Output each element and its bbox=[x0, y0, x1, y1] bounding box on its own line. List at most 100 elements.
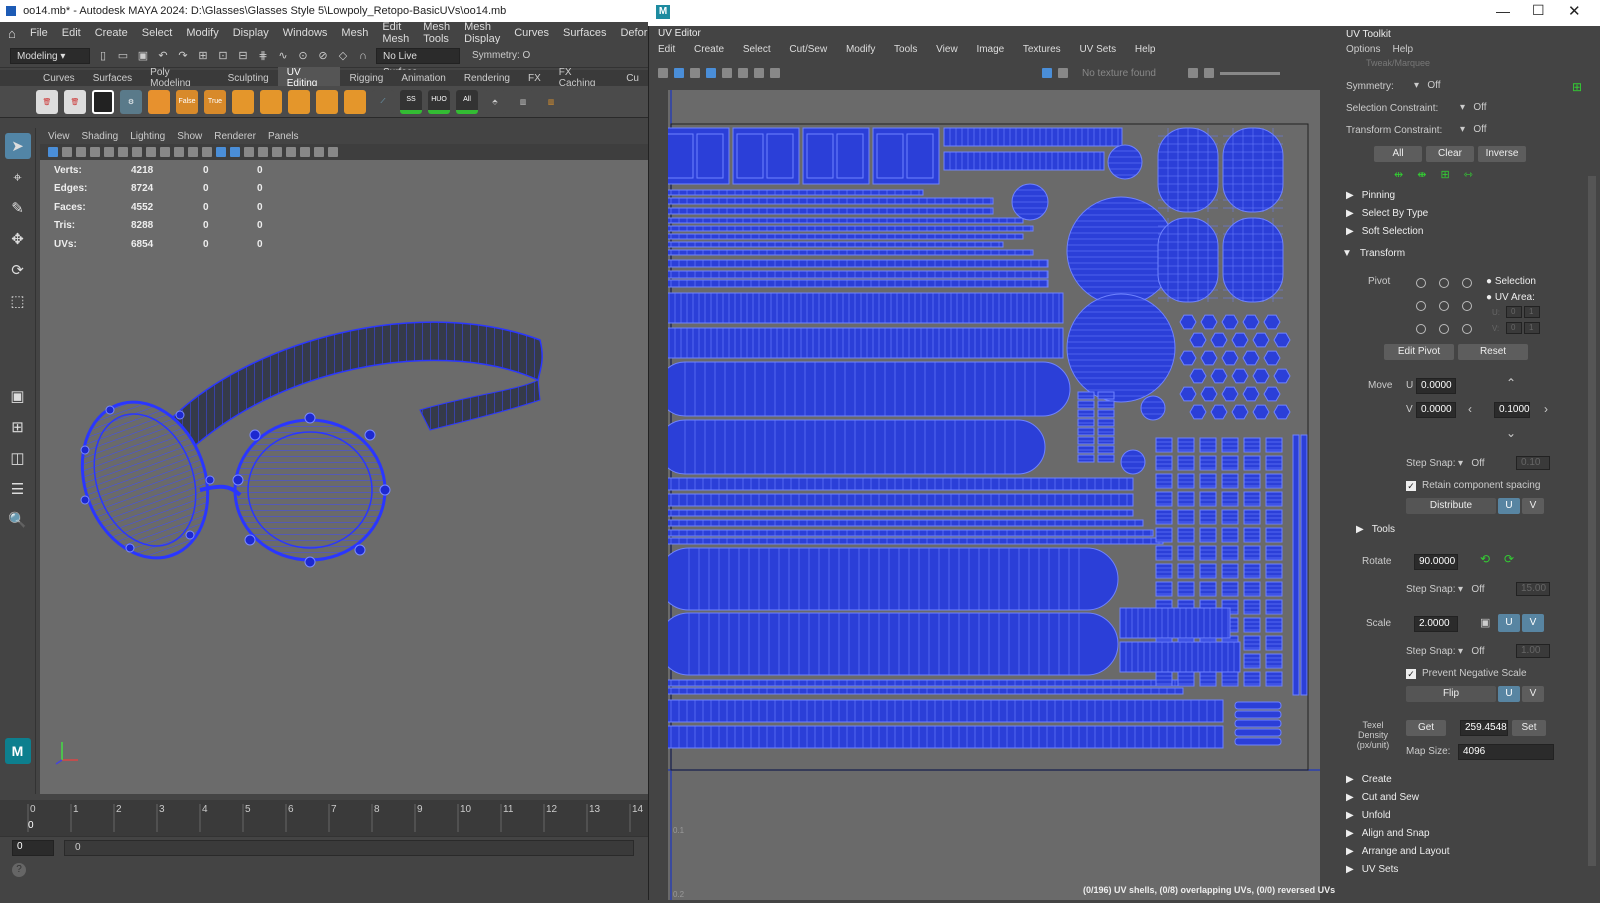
shelf-tab-rigging[interactable]: Rigging bbox=[340, 73, 392, 84]
uv-menu-textures[interactable]: Textures bbox=[1023, 44, 1061, 55]
section-tools[interactable]: ▶ Tools bbox=[1356, 524, 1395, 535]
texel-get-button[interactable]: Get bbox=[1406, 720, 1446, 736]
vp-menu-renderer[interactable]: Renderer bbox=[214, 131, 256, 142]
rotate-snap-value[interactable]: 15.00 bbox=[1516, 582, 1550, 596]
scale-step-snap-dropdown[interactable]: ▾ Off bbox=[1458, 646, 1485, 657]
edge-line-icon[interactable]: ⟋ bbox=[372, 89, 394, 114]
cylinder-stack-icon[interactable] bbox=[316, 89, 338, 114]
flip-u-button[interactable]: U bbox=[1498, 686, 1520, 702]
distribute-button[interactable]: Distribute bbox=[1406, 498, 1496, 514]
snap-grid-icon[interactable]: ⋕ bbox=[256, 49, 270, 63]
cone-orange-icon[interactable] bbox=[344, 89, 366, 114]
smooth-shade-icon[interactable] bbox=[216, 147, 226, 157]
wire-on-shaded-icon[interactable] bbox=[230, 147, 240, 157]
section-transform[interactable]: ▼ Transform bbox=[1342, 248, 1405, 259]
uv-distortion-icon[interactable] bbox=[754, 68, 764, 78]
menu-display[interactable]: Display bbox=[233, 27, 269, 39]
section-select-by-type[interactable]: ▶ Select By Type bbox=[1346, 208, 1428, 219]
eye-huo-icon[interactable]: HUO bbox=[428, 89, 450, 114]
select-tool-icon[interactable]: ➤ bbox=[4, 133, 31, 159]
pivot-v-field[interactable]: 0 bbox=[1506, 322, 1522, 334]
scale-u-button[interactable]: U bbox=[1498, 614, 1520, 632]
layout-two-icon[interactable]: ◫ bbox=[5, 445, 31, 471]
vp-menu-view[interactable]: View bbox=[48, 131, 70, 142]
shelf-tab-fx[interactable]: FX bbox=[519, 73, 550, 84]
menu-create[interactable]: Create bbox=[95, 27, 128, 39]
vp-menu-shading[interactable]: Shading bbox=[82, 131, 119, 142]
texel-set-button[interactable]: Set bbox=[1512, 720, 1546, 736]
move-right-icon[interactable]: › bbox=[1544, 402, 1548, 416]
distribute-v-button[interactable]: V bbox=[1522, 498, 1544, 514]
time-slider[interactable]: 0 1 2 3 4 5 6 7 8 9 10 11 12 13 14 0 bbox=[0, 800, 648, 836]
uv-false-icon[interactable]: False bbox=[176, 89, 198, 114]
vp-menu-show[interactable]: Show bbox=[177, 131, 202, 142]
menu-edit[interactable]: Edit bbox=[62, 27, 81, 39]
pivot-selection-radio[interactable]: ● Selection bbox=[1486, 276, 1536, 287]
uv-menu-edit[interactable]: Edit bbox=[658, 44, 675, 55]
delete-history-icon[interactable]: 🗑 bbox=[36, 89, 58, 114]
safe-action-icon[interactable] bbox=[174, 147, 184, 157]
shelf-tab-sculpting[interactable]: Sculpting bbox=[219, 73, 278, 84]
uv-menu-image[interactable]: Image bbox=[976, 44, 1004, 55]
scale-v-button[interactable]: V bbox=[1522, 614, 1544, 632]
pivot-u-field[interactable]: 0 bbox=[1506, 306, 1522, 318]
uv-menu-view[interactable]: View bbox=[936, 44, 958, 55]
map-size-field[interactable]: 4096 bbox=[1458, 744, 1554, 760]
uv-shell-icon[interactable]: ⚙ bbox=[120, 89, 142, 114]
uv-exposure-icon[interactable] bbox=[1187, 68, 1198, 78]
distribute-u-button[interactable]: U bbox=[1498, 498, 1520, 514]
move-u-field[interactable]: 0.0000 bbox=[1416, 378, 1456, 394]
symmetry-dropdown[interactable]: ▾ Off bbox=[1414, 80, 1441, 91]
close-icon[interactable]: ✕ bbox=[1568, 2, 1581, 20]
pivot-v-field-2[interactable]: 1 bbox=[1524, 322, 1540, 334]
texture-dropdown[interactable]: No texture found bbox=[1082, 68, 1156, 79]
uv-menu-help[interactable]: Help bbox=[1135, 44, 1156, 55]
lasso-tool-icon[interactable]: ⌖ bbox=[5, 164, 31, 190]
outliner-icon[interactable]: ☰ bbox=[5, 476, 31, 502]
wireframe-icon[interactable] bbox=[202, 147, 212, 157]
uv-menu-modify[interactable]: Modify bbox=[846, 44, 875, 55]
uv-dim-image-icon[interactable] bbox=[1058, 68, 1068, 78]
scale-field[interactable]: 2.0000 bbox=[1414, 616, 1458, 632]
uv-exposure-slider[interactable] bbox=[1219, 71, 1280, 75]
shelf-tab-more[interactable]: Cu bbox=[617, 73, 648, 84]
rotate-tool-icon[interactable]: ⟳ bbox=[5, 257, 31, 283]
image-plane-icon[interactable] bbox=[90, 147, 100, 157]
rotate-ccw-icon[interactable]: ⟲ bbox=[1480, 552, 1490, 566]
grid-toggle-icon[interactable] bbox=[104, 147, 114, 157]
symmetry-map-icon[interactable]: ⊞ bbox=[1572, 80, 1582, 94]
undo-icon[interactable]: ↶ bbox=[156, 49, 170, 63]
uv-menu-tools[interactable]: Tools bbox=[894, 44, 917, 55]
move-tool-icon[interactable]: ✥ bbox=[5, 226, 31, 252]
move-snap-value[interactable]: 0.10 bbox=[1516, 456, 1550, 470]
save-scene-icon[interactable]: ▣ bbox=[136, 49, 150, 63]
move-step-field[interactable]: 0.1000 bbox=[1494, 402, 1530, 418]
help-icon[interactable]: ? bbox=[12, 863, 26, 877]
scale-tool-icon[interactable]: ⬚ bbox=[5, 288, 31, 314]
film-gate-icon[interactable] bbox=[118, 147, 128, 157]
prevent-negative-scale-checkbox[interactable]: ✓ Prevent Negative Scale bbox=[1406, 668, 1527, 679]
toolkit-menu-options[interactable]: Options bbox=[1346, 44, 1380, 55]
section-uv-sets[interactable]: ▶ UV Sets bbox=[1346, 864, 1398, 875]
ao-icon[interactable] bbox=[286, 147, 296, 157]
motion-blur-icon[interactable] bbox=[300, 147, 310, 157]
menu-select[interactable]: Select bbox=[142, 27, 173, 39]
new-scene-icon[interactable]: ▯ bbox=[96, 49, 110, 63]
delete-nondeformer-icon[interactable]: 🗑 bbox=[64, 89, 86, 114]
bars-orange-icon[interactable]: ▥ bbox=[540, 89, 562, 114]
uv-screenshot-icon[interactable] bbox=[770, 68, 780, 78]
move-up-icon[interactable]: ⌃ bbox=[1506, 376, 1516, 390]
cylinder-orange-icon[interactable] bbox=[260, 89, 282, 114]
uv-menu-cutsew[interactable]: Cut/Sew bbox=[789, 44, 827, 55]
bars-icon[interactable]: ▥ bbox=[512, 89, 534, 114]
select-hierarchy-icon[interactable]: ⊞ bbox=[196, 49, 210, 63]
select-object-icon[interactable]: ⊡ bbox=[216, 49, 230, 63]
section-align-snap[interactable]: ▶ Align and Snap bbox=[1346, 828, 1430, 839]
section-create[interactable]: ▶ Create bbox=[1346, 774, 1392, 785]
grow-selection-icon[interactable]: ⇹ bbox=[1394, 168, 1403, 181]
xray-icon[interactable] bbox=[314, 147, 324, 157]
uv-snap-icon[interactable] bbox=[738, 68, 748, 78]
isolate-icon[interactable] bbox=[328, 147, 338, 157]
maximize-icon[interactable]: ☐ bbox=[1532, 2, 1545, 19]
flip-v-button[interactable]: V bbox=[1522, 686, 1544, 702]
